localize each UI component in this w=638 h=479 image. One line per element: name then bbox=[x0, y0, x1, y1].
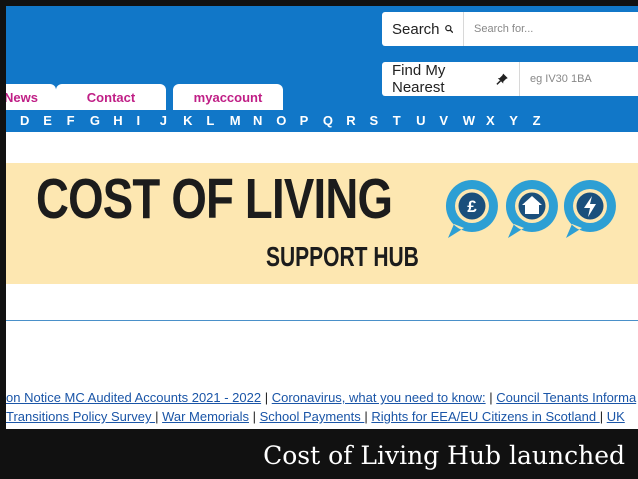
az-letter-r[interactable]: R bbox=[346, 113, 355, 128]
school-payments-link[interactable]: School Payments bbox=[260, 409, 365, 424]
coronavirus-link[interactable]: Coronavirus, what you need to know: bbox=[272, 390, 486, 405]
tab-news[interactable]: News bbox=[6, 84, 56, 110]
az-letter-h[interactable]: H bbox=[113, 113, 122, 128]
site-header: Search Find My Nearest News Contact myac… bbox=[6, 6, 638, 110]
tab-myaccount[interactable]: myaccount bbox=[173, 84, 283, 110]
az-letter-k[interactable]: K bbox=[183, 113, 192, 128]
cost-of-living-banner[interactable]: COST OF LIVING SUPPORT HUB £ bbox=[6, 163, 638, 284]
war-memorials-link[interactable]: War Memorials bbox=[162, 409, 249, 424]
az-letter-v[interactable]: V bbox=[439, 113, 448, 128]
postcode-input[interactable] bbox=[522, 62, 638, 96]
tab-news-label: News bbox=[6, 89, 38, 105]
az-letter-o[interactable]: O bbox=[276, 113, 286, 128]
search-button[interactable]: Search bbox=[382, 12, 464, 46]
tab-contact-label: Contact bbox=[86, 89, 136, 105]
caption-text: Cost of Living Hub launched bbox=[263, 441, 625, 470]
az-letter-u[interactable]: U bbox=[416, 113, 425, 128]
a-to-z-bar: DEFGHI J KL MNOPQRSTUVWXYZ bbox=[6, 110, 638, 132]
screenshot-frame: Search Find My Nearest News Contact myac… bbox=[6, 6, 638, 479]
az-letter-z[interactable]: Z bbox=[533, 113, 541, 128]
lightning-icon bbox=[563, 180, 616, 238]
quick-links-row-2: Transitions Policy Survey | War Memorial… bbox=[6, 409, 625, 424]
az-letter-g[interactable]: G bbox=[90, 113, 100, 128]
house-icon bbox=[505, 180, 558, 238]
az-letter-y[interactable]: Y bbox=[509, 113, 518, 128]
az-letter-w[interactable]: W bbox=[463, 113, 475, 128]
svg-text:£: £ bbox=[467, 197, 477, 216]
tab-contact[interactable]: Contact bbox=[56, 84, 166, 110]
az-letter-s[interactable]: S bbox=[370, 113, 379, 128]
pound-icon: £ bbox=[445, 180, 498, 238]
quick-links-row-1: on Notice MC Audited Accounts 2021 - 202… bbox=[6, 390, 637, 405]
find-nearest-bar: Find My Nearest bbox=[382, 62, 638, 96]
audited-accounts-link[interactable]: on Notice MC Audited Accounts 2021 - 202… bbox=[6, 390, 261, 405]
banner-subtitle: SUPPORT HUB bbox=[266, 241, 419, 272]
find-nearest-label: Find My Nearest bbox=[392, 62, 446, 96]
tab-myaccount-label: myaccount bbox=[193, 89, 263, 105]
pin-icon bbox=[496, 73, 509, 85]
az-letter-e[interactable]: E bbox=[43, 113, 52, 128]
az-letter-d[interactable]: D bbox=[20, 113, 29, 128]
az-letter-t[interactable]: T bbox=[393, 113, 401, 128]
search-bar: Search bbox=[382, 12, 638, 46]
caption-bar: Cost of Living Hub launched bbox=[0, 429, 638, 479]
az-letter-m[interactable]: M bbox=[230, 113, 241, 128]
transitions-survey-link[interactable]: Transitions Policy Survey bbox=[6, 409, 155, 424]
az-letter-n[interactable]: N bbox=[253, 113, 262, 128]
az-letter-l[interactable]: L bbox=[206, 113, 214, 128]
uk-link[interactable]: UK bbox=[607, 409, 625, 424]
az-letter-q[interactable]: Q bbox=[323, 113, 333, 128]
divider bbox=[6, 320, 638, 321]
search-button-label: Search bbox=[392, 20, 440, 38]
council-tenants-link[interactable]: Council Tenants Informa bbox=[496, 390, 636, 405]
banner-title: COST OF LIVING bbox=[36, 167, 393, 231]
az-letter-i[interactable]: I bbox=[137, 113, 141, 128]
az-letter-x[interactable]: X bbox=[486, 113, 495, 128]
search-input[interactable] bbox=[466, 12, 638, 46]
az-letter-f[interactable]: F bbox=[67, 113, 75, 128]
eea-rights-link[interactable]: Rights for EEA/EU Citizens in Scotland bbox=[371, 409, 599, 424]
find-nearest-button[interactable]: Find My Nearest bbox=[382, 62, 520, 96]
search-icon bbox=[444, 24, 453, 34]
az-letter-j[interactable]: J bbox=[160, 113, 167, 128]
az-letter-p[interactable]: P bbox=[300, 113, 309, 128]
